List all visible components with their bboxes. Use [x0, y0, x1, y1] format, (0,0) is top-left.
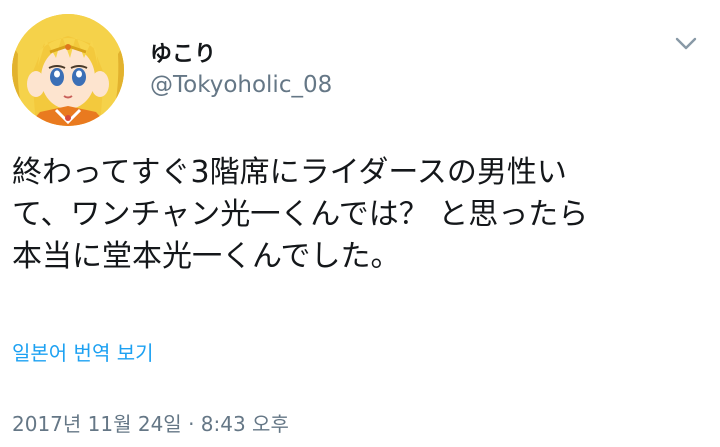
- tweet-text: 終わってすぐ3階席にライダースの男性い て、ワンチャン光一くんでは？ と思ったら…: [12, 152, 712, 278]
- avatar[interactable]: [12, 14, 124, 126]
- tweet-text-line: て、ワンチャン光一くんでは？ と思ったら: [12, 197, 589, 232]
- tweet-timestamp[interactable]: 2017년 11월 24일 · 8:43 오후: [12, 408, 289, 437]
- author-handle[interactable]: @Tokyoholic_08: [150, 72, 332, 98]
- avatar-image: [12, 14, 124, 126]
- tweet-text-line: 終わってすぐ3階席にライダースの男性い: [12, 155, 567, 190]
- tweet-menu-button[interactable]: [670, 28, 702, 60]
- author-display-name[interactable]: ゆこり: [150, 36, 216, 68]
- tweet-text-line: 本当に堂本光一くんでした。: [12, 239, 401, 274]
- chevron-down-icon: [675, 37, 697, 50]
- translate-tweet-link[interactable]: 일본어 번역 보기: [12, 337, 154, 366]
